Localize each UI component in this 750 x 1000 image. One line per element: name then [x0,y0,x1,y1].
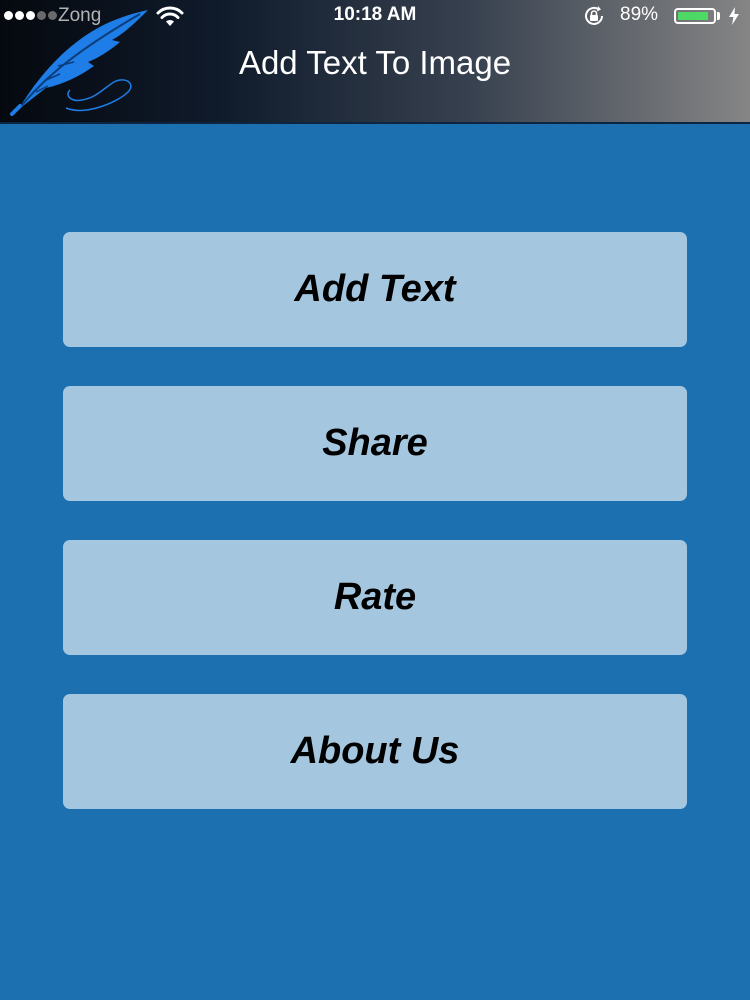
charging-bolt-icon [729,7,739,25]
main-menu: Add Text Share Rate About Us [63,232,687,848]
add-text-button[interactable]: Add Text [63,232,687,347]
about-us-button[interactable]: About Us [63,694,687,809]
battery-cap [717,12,720,20]
battery-percentage: 89% [620,4,659,25]
rotation-lock-icon [585,6,603,25]
share-button[interactable]: Share [63,386,687,501]
rate-button[interactable]: Rate [63,540,687,655]
navigation-bar: Zong 10:18 AM 89% Add Text To Image [0,0,750,124]
battery-level-fill [678,12,709,20]
page-title: Add Text To Image [238,44,512,81]
battery-icon [674,8,716,24]
